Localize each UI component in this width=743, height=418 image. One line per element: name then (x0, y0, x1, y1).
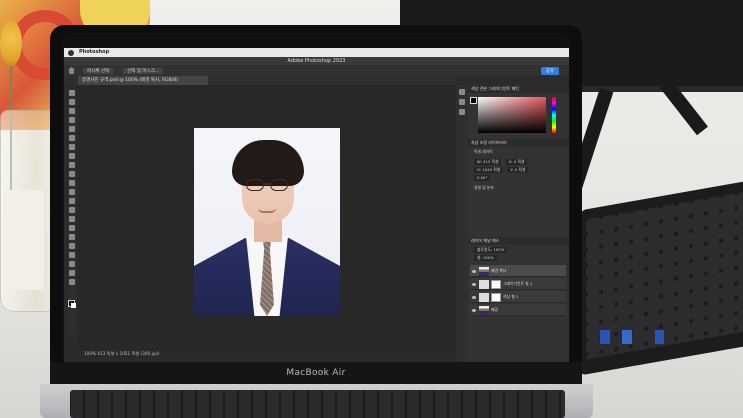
options-bar: 피사체 선택 선택 및 마스크... 공유 (64, 65, 569, 76)
layer-thumbnail (479, 305, 489, 315)
eye-icon[interactable] (472, 295, 476, 299)
more-tools-icon[interactable] (69, 279, 75, 285)
glasses-bridge (264, 183, 270, 185)
history-brush-icon[interactable] (69, 180, 75, 186)
clone-stamp-icon[interactable] (69, 171, 75, 177)
eyedropper-tool-icon[interactable] (69, 144, 75, 150)
type-tool-icon[interactable] (69, 234, 75, 240)
glasses (246, 179, 264, 191)
select-subject-button[interactable]: 피사체 선택 (83, 67, 114, 74)
transform-row-2: H: 1049 픽셀 Y: 0 픽셀 (474, 167, 531, 173)
hand-tool-icon[interactable] (69, 261, 75, 267)
height-field[interactable]: H: 1049 픽셀 (474, 167, 504, 173)
frame-tool-icon[interactable] (69, 135, 75, 141)
tools-panel (68, 88, 76, 333)
layer-name: 배경 (491, 307, 498, 312)
layers-panel-tabs[interactable]: 레이어 채널 패스 (468, 237, 569, 245)
pen-tool-icon[interactable] (69, 225, 75, 231)
canvas-area[interactable] (78, 85, 456, 350)
width-field[interactable]: W: 413 픽셀 (474, 159, 502, 165)
x-field[interactable]: X: 0 픽셀 (505, 159, 528, 165)
layer-name: 그레이디언트 칠 1 (503, 281, 533, 286)
opacity-field[interactable]: 불투명도: 100% (474, 247, 508, 253)
brush-tool-icon[interactable] (69, 162, 75, 168)
eye-icon[interactable] (472, 308, 476, 312)
transform-row-1: W: 413 픽셀 X: 0 픽셀 (474, 159, 530, 165)
align-section[interactable]: 정렬 및 분포 (474, 185, 494, 191)
layer-thumbnail (479, 292, 489, 302)
fill-field[interactable]: 칠: 100% (474, 255, 497, 261)
window-title: Adobe Photoshop 2023 (64, 57, 569, 65)
character-icon[interactable] (459, 109, 465, 115)
angle-field[interactable]: 0.00° (474, 175, 491, 181)
layer-name: 배경 복사 (491, 268, 507, 273)
glasses (270, 179, 288, 191)
shape-tool-icon[interactable] (69, 252, 75, 258)
history-icon[interactable] (459, 89, 465, 95)
home-icon[interactable] (68, 67, 75, 74)
color-picker-field[interactable] (478, 97, 546, 133)
layer-row[interactable]: 배경 복사 (470, 265, 566, 277)
panel-dock (456, 85, 468, 362)
quick-select-tool-icon[interactable] (69, 117, 75, 123)
keyboard-backlight (600, 330, 740, 344)
select-mask-button[interactable]: 선택 및 마스크... (123, 67, 164, 74)
laptop-screen: Photoshop Adobe Photoshop 2023 피사체 선택 선택… (64, 48, 569, 362)
healing-brush-icon[interactable] (69, 153, 75, 159)
move-tool-icon[interactable] (69, 90, 75, 96)
gradient-tool-icon[interactable] (69, 198, 75, 204)
mac-menubar: Photoshop (64, 48, 569, 57)
marquee-tool-icon[interactable] (69, 99, 75, 105)
share-button[interactable]: 공유 (540, 66, 559, 75)
portrait-photo[interactable] (194, 128, 340, 316)
layer-row[interactable]: 배경 (470, 304, 566, 316)
zoom-tool-icon[interactable] (69, 270, 75, 276)
vase-paper-wrap (4, 190, 44, 290)
layer-name: 색상 칠 1 (503, 294, 519, 299)
lasso-tool-icon[interactable] (69, 108, 75, 114)
status-bar: 100% 413 픽셀 x 1051 픽셀 (300 ppi) (78, 350, 456, 358)
layer-fill-row: 칠: 100% (474, 255, 500, 261)
layer-options-row: 불투명도: 100% (474, 247, 510, 253)
eye-icon[interactable] (472, 282, 476, 286)
layer-row[interactable]: 색상 칠 1 (470, 291, 566, 303)
path-select-icon[interactable] (69, 243, 75, 249)
properties-type: 픽셀 레이어 (474, 149, 493, 154)
layer-row[interactable]: 그레이디언트 칠 1 (470, 278, 566, 290)
right-panels: 색상 견본 그레이디언트 패턴 속성 조정 라이브러리 픽셀 레이어 W: 41… (468, 85, 569, 362)
eye-icon[interactable] (472, 269, 476, 273)
blur-tool-icon[interactable] (69, 207, 75, 213)
menu-app-name[interactable]: Photoshop (79, 48, 109, 57)
smile (258, 208, 276, 213)
document-tab[interactable]: 증명사진 규격.psd @ 100% (배경 복사, RGB/8) (78, 76, 208, 85)
y-field[interactable]: Y: 0 픽셀 (507, 167, 529, 173)
crop-tool-icon[interactable] (69, 126, 75, 132)
transform-row-3: 0.00° (474, 175, 493, 181)
background-color-swatch[interactable] (71, 303, 76, 308)
layer-mask-thumbnail (491, 279, 501, 289)
color-foreground-swatch[interactable] (470, 97, 477, 104)
layer-thumbnail (479, 279, 489, 289)
dodge-tool-icon[interactable] (69, 216, 75, 222)
eraser-tool-icon[interactable] (69, 189, 75, 195)
layer-thumbnail (479, 266, 489, 276)
brush-settings-icon[interactable] (459, 99, 465, 105)
hue-slider[interactable] (552, 97, 556, 133)
color-panel-tabs[interactable]: 색상 견본 그레이디언트 패턴 (468, 85, 569, 93)
laptop-keyboard (70, 390, 565, 418)
laptop-label: MacBook Air (286, 368, 346, 378)
layer-mask-thumbnail (491, 292, 501, 302)
hair (232, 140, 304, 186)
yellow-flower (0, 20, 22, 66)
apple-icon[interactable] (68, 49, 74, 56)
properties-panel-tabs[interactable]: 속성 조정 라이브러리 (468, 139, 569, 147)
